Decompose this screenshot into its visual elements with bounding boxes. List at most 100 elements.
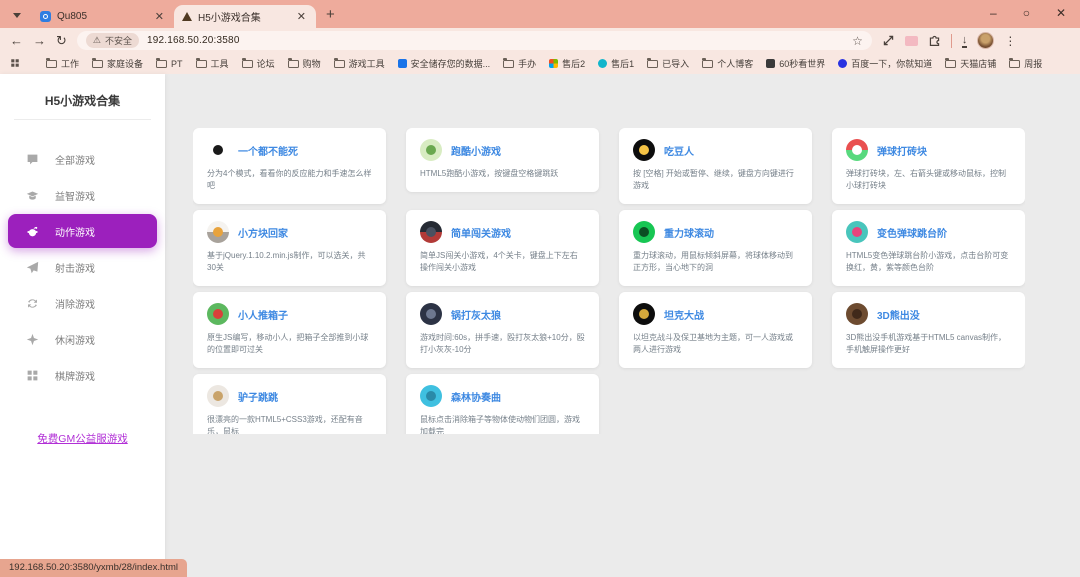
tab-search-button[interactable] bbox=[8, 6, 26, 24]
game-title-link[interactable]: 变色弹球跳台阶 bbox=[877, 225, 947, 240]
game-card[interactable]: 驴子跳跳 很漂亮的一款HTML5+CSS3游戏，还配有音乐，鼠标 bbox=[193, 374, 386, 434]
game-title-link[interactable]: 跑酷小游戏 bbox=[451, 143, 501, 158]
game-card[interactable]: 简单闯关游戏 简单JS闯关小游戏，4个关卡，键盘上下左右操作闯关小游戏 bbox=[406, 210, 599, 286]
tab-favicon bbox=[40, 11, 51, 22]
games-viewport: 一个都不能死 分为4个模式，看看你的反应能力和手速怎么样吧 跑酷小游戏 HTML… bbox=[193, 128, 1025, 434]
bookmark-label: 工作 bbox=[61, 59, 80, 69]
folder-icon bbox=[945, 57, 957, 68]
close-window-button[interactable]: ✕ bbox=[1056, 6, 1066, 20]
address-bar[interactable]: ⚠ 不安全 192.168.50.20:3580 ☆ bbox=[76, 31, 872, 50]
bookmark-item[interactable]: 安全储存您的数据... bbox=[397, 57, 490, 70]
close-tab-icon[interactable]: ✕ bbox=[153, 10, 166, 23]
game-card[interactable]: 小方块回家 基于jQuery.1.10.2.min.js制作，可以选关，共30关 bbox=[193, 210, 386, 286]
bookmark-item[interactable]: 个人博客 bbox=[702, 57, 753, 70]
sidebar-item-shooting-games[interactable]: 射击游戏 bbox=[8, 250, 157, 284]
game-card[interactable]: 跑酷小游戏 HTML5跑酷小游戏，按键盘空格键跳跃 bbox=[406, 128, 599, 192]
sidebar-item-board-games[interactable]: 棋牌游戏 bbox=[8, 358, 157, 392]
game-card[interactable]: 3D熊出没 3D熊出没手机游戏基于HTML5 canvas制作，手机触屏操作更好 bbox=[832, 292, 1025, 368]
bookmark-item[interactable]: PT bbox=[156, 57, 183, 69]
site-favicon bbox=[397, 59, 407, 68]
bookmark-item[interactable]: 周报 bbox=[1009, 57, 1042, 70]
bookmark-item[interactable]: 已导入 bbox=[647, 57, 689, 70]
game-card[interactable]: 锅打灰太狼 游戏时间:60s，拼手速，殴打灰太狼+10分，殴打小灰灰-10分 bbox=[406, 292, 599, 368]
game-card[interactable]: 坦克大战 以坦克战斗及保卫基地为主题，可一人游戏或两人进行游戏 bbox=[619, 292, 812, 368]
site-title: H5小游戏合集 bbox=[44, 94, 121, 108]
game-title-link[interactable]: 坦克大战 bbox=[664, 307, 704, 322]
color-ball-icon bbox=[846, 221, 868, 243]
game-card[interactable]: 吃豆人 按 [空格] 开始或暂停、继续，键盘方向键进行游戏 bbox=[619, 128, 812, 204]
downloads-icon[interactable]: ↓ bbox=[961, 34, 967, 48]
site-favicon bbox=[598, 59, 608, 68]
bookmark-item[interactable]: 天猫店铺 bbox=[945, 57, 996, 70]
bookmark-label: 售后1 bbox=[611, 59, 635, 69]
folder-icon bbox=[702, 57, 714, 68]
game-card[interactable]: 变色弹球跳台阶 HTML5变色弹球跳台阶小游戏，点击台阶可变换红，黄，紫等颜色台… bbox=[832, 210, 1025, 286]
bookmark-item[interactable]: 游戏工具 bbox=[333, 57, 385, 70]
bookmark-item[interactable]: 售后1 bbox=[598, 57, 634, 70]
reddit-alien-icon bbox=[27, 226, 38, 236]
free-gm-server-link[interactable]: 免费GM公益服游戏 bbox=[37, 433, 127, 445]
game-title-link[interactable]: 简单闯关游戏 bbox=[451, 225, 511, 240]
game-title-link[interactable]: 驴子跳跳 bbox=[238, 389, 278, 404]
folder-icon bbox=[333, 57, 345, 68]
tab-title: Qu805 bbox=[57, 11, 88, 22]
muted-extension-icon[interactable] bbox=[904, 35, 918, 46]
bookmark-label: 周报 bbox=[1024, 59, 1043, 69]
game-description: 简单JS闯关小游戏，4个关卡，键盘上下左右操作闯关小游戏 bbox=[420, 251, 578, 272]
game-title-link[interactable]: 一个都不能死 bbox=[238, 143, 298, 158]
sidebar-item-all-games[interactable]: 全部游戏 bbox=[8, 142, 157, 176]
bookmark-item[interactable]: 工具 bbox=[195, 57, 229, 70]
site-favicon bbox=[766, 59, 776, 68]
bookmark-item[interactable]: 工作 bbox=[46, 57, 79, 70]
game-title-link[interactable]: 小方块回家 bbox=[238, 225, 288, 240]
bookmark-label: 已导入 bbox=[662, 59, 690, 69]
sidebar-item-action-games[interactable]: 动作游戏 bbox=[8, 214, 157, 248]
forward-button[interactable]: → bbox=[33, 34, 46, 47]
reload-button[interactable]: ↻ bbox=[56, 34, 67, 47]
new-tab-button[interactable]: + bbox=[326, 6, 335, 23]
game-title-link[interactable]: 森林协奏曲 bbox=[451, 389, 501, 404]
minimize-button[interactable]: – bbox=[990, 6, 997, 20]
game-card[interactable]: 一个都不能死 分为4个模式，看看你的反应能力和手速怎么样吧 bbox=[193, 128, 386, 204]
extensions-puzzle-icon[interactable] bbox=[928, 34, 941, 47]
bookmark-star-icon[interactable]: ☆ bbox=[852, 34, 863, 48]
game-description: 游戏时间:60s，拼手速，殴打灰太狼+10分，殴打小灰灰-10分 bbox=[420, 333, 585, 354]
game-title-link[interactable]: 吃豆人 bbox=[664, 143, 694, 158]
close-tab-icon[interactable]: ✕ bbox=[295, 10, 308, 23]
bookmark-label: 家庭设备 bbox=[107, 59, 144, 69]
bookmark-item[interactable]: 手办 bbox=[503, 57, 536, 70]
apps-grid-icon[interactable] bbox=[10, 58, 20, 70]
sidebar-item-casual-games[interactable]: 休闲游戏 bbox=[8, 322, 157, 356]
maximize-button[interactable]: ○ bbox=[1023, 6, 1030, 20]
browser-tab-active[interactable]: H5小游戏合集 ✕ bbox=[174, 5, 316, 28]
game-card[interactable]: 重力球滚动 重力球滚动，用鼠标倾斜屏幕，将球体移动到正方形，当心地下的洞 bbox=[619, 210, 812, 286]
tab-title: H5小游戏合集 bbox=[198, 13, 261, 24]
folder-icon bbox=[647, 57, 659, 68]
game-title-link[interactable]: 锅打灰太狼 bbox=[451, 307, 501, 322]
game-title-link[interactable]: 3D熊出没 bbox=[877, 307, 920, 322]
game-card[interactable]: 小人推箱子 原生JS编写，移动小人，把箱子全部推到小球的位置即可过关 bbox=[193, 292, 386, 368]
sidebar-item-elimination-games[interactable]: 消除游戏 bbox=[8, 286, 157, 320]
game-title-link[interactable]: 小人推箱子 bbox=[238, 307, 288, 322]
game-description: 分为4个模式，看看你的反应能力和手速怎么样吧 bbox=[207, 169, 372, 190]
back-button[interactable]: ← bbox=[10, 34, 23, 47]
bookmark-item[interactable]: 论坛 bbox=[241, 57, 275, 70]
bookmark-item[interactable]: 60秒看世界 bbox=[766, 57, 825, 70]
profile-avatar[interactable] bbox=[977, 32, 995, 49]
bookmarks-bar: 工作 家庭设备 PT 工具 论坛 购物 游戏工具 安全储存您的数据... 手办 售后2 售后1 已导入… bbox=[0, 53, 1080, 74]
sidebar-item-puzzle-games[interactable]: 益智游戏 bbox=[8, 178, 157, 212]
screenshot-extension-icon[interactable] bbox=[882, 34, 895, 47]
game-card[interactable]: 弹球打砖块 弹球打砖块，左、右箭头键或移动鼠标，控制小球打砖块 bbox=[832, 128, 1025, 204]
bookmark-item[interactable]: 百度一下，你就知道 bbox=[838, 57, 932, 70]
bookmark-item[interactable]: 售后2 bbox=[549, 57, 585, 70]
graduation-cap-icon bbox=[26, 190, 39, 200]
bookmark-item[interactable]: 购物 bbox=[287, 57, 321, 70]
security-chip[interactable]: ⚠ 不安全 bbox=[85, 33, 139, 48]
game-card[interactable]: 森林协奏曲 鼠标点击消除箱子等物体使动物们团圆，游戏加载完 bbox=[406, 374, 599, 434]
game-title-link[interactable]: 重力球滚动 bbox=[664, 225, 714, 240]
toolbar-separator bbox=[950, 33, 952, 48]
menu-kebab-icon[interactable]: ⋮ bbox=[1004, 34, 1016, 48]
browser-tab[interactable]: Qu805 ✕ bbox=[32, 5, 174, 28]
game-title-link[interactable]: 弹球打砖块 bbox=[877, 143, 927, 158]
bookmark-item[interactable]: 家庭设备 bbox=[92, 57, 143, 70]
